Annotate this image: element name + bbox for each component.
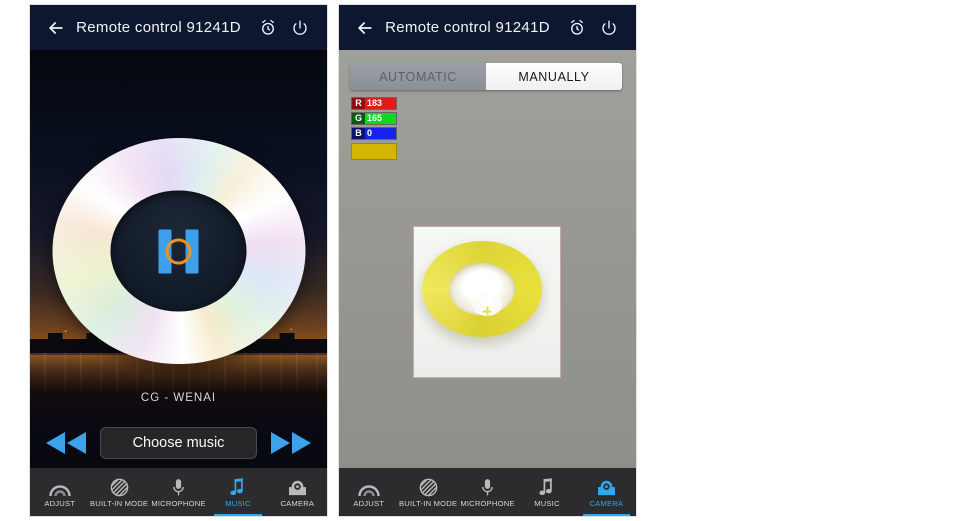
rgb-row-blue: B 0 [351, 127, 397, 140]
power-icon[interactable] [287, 15, 313, 41]
yellow-tape-roll [422, 241, 542, 337]
nav-label: BUILT-IN MODE [399, 499, 458, 508]
bottom-nav-left: ADJUST BUILT-IN MODE MICROPHONE MUSIC CA… [30, 468, 327, 516]
track-name: CG - WENAI [140, 392, 217, 404]
color-preview-swatch [351, 143, 397, 160]
screenshot-stage: Remote control 91241D CG - WENAI Choose … [0, 0, 960, 521]
tab-manually[interactable]: MANUALLY [486, 63, 622, 90]
nav-label: ADJUST [44, 499, 76, 508]
camera-viewfinder[interactable] [413, 226, 561, 378]
nav-item-music[interactable]: MUSIC [208, 468, 267, 516]
hatched-circle-icon [419, 478, 438, 497]
page-title: Remote control 91241D [76, 19, 241, 36]
phone-screen-camera: Remote control 91241D AUTOMATIC MANUALLY… [339, 5, 636, 516]
nav-item-microphone[interactable]: MICROPHONE [458, 468, 517, 516]
rainbow-arc-icon [357, 478, 381, 497]
microphone-icon [172, 478, 185, 497]
color-picker-crosshair [482, 306, 492, 316]
back-arrow-icon[interactable] [44, 16, 68, 40]
nav-item-microphone[interactable]: MICROPHONE [149, 468, 208, 516]
nav-label: MICROPHONE [460, 499, 515, 508]
back-arrow-icon[interactable] [353, 16, 377, 40]
rainbow-arc-icon [48, 478, 72, 497]
rgb-value-red: 183 [365, 98, 396, 109]
nav-label: MUSIC [225, 499, 251, 508]
nav-item-music[interactable]: MUSIC [517, 468, 576, 516]
camera-icon [288, 478, 307, 497]
nav-label: CAMERA [280, 499, 315, 508]
camera-icon [597, 478, 616, 497]
nav-label: BUILT-IN MODE [90, 499, 149, 508]
rgb-key-green: G [352, 113, 365, 124]
rgb-value-green: 165 [365, 113, 396, 124]
nav-item-built-in-mode[interactable]: BUILT-IN MODE [398, 468, 457, 516]
transport-controls: Choose music [30, 424, 327, 462]
app-bar-left: Remote control 91241D [30, 5, 327, 50]
rgb-row-green: G 165 [351, 112, 397, 125]
h-logo-ring [165, 238, 192, 264]
disc-hub [110, 190, 247, 312]
previous-track-button[interactable] [44, 430, 88, 456]
choose-music-button[interactable]: Choose music [100, 427, 257, 459]
nav-item-adjust[interactable]: ADJUST [339, 468, 398, 516]
phone-screen-music: Remote control 91241D CG - WENAI Choose … [30, 5, 327, 516]
nav-item-camera[interactable]: CAMERA [268, 468, 327, 516]
rgb-key-red: R [352, 98, 365, 109]
music-note-icon [230, 478, 246, 497]
nav-item-camera[interactable]: CAMERA [577, 468, 636, 516]
nav-label: ADJUST [353, 499, 385, 508]
nav-label: MICROPHONE [151, 499, 206, 508]
rgb-row-red: R 183 [351, 97, 397, 110]
nav-label: MUSIC [534, 499, 560, 508]
mode-tabs[interactable]: AUTOMATIC MANUALLY [350, 63, 622, 90]
hatched-circle-icon [110, 478, 129, 497]
rgb-key-blue: B [352, 128, 365, 139]
rgb-readout: R 183 G 165 B 0 [351, 97, 397, 160]
next-track-button[interactable] [269, 430, 313, 456]
alarm-clock-icon[interactable] [255, 15, 281, 41]
alarm-clock-icon[interactable] [564, 15, 590, 41]
camera-screen-body: AUTOMATIC MANUALLY R 183 G 165 B 0 [339, 50, 636, 468]
nav-item-adjust[interactable]: ADJUST [30, 468, 89, 516]
page-title: Remote control 91241D [385, 19, 550, 36]
music-screen-body: CG - WENAI Choose music ROCK DEFAULT JAZ… [30, 50, 327, 468]
rgb-value-blue: 0 [365, 128, 396, 139]
bottom-nav-right: ADJUST BUILT-IN MODE MICROPHONE MUSIC CA… [339, 468, 636, 516]
music-disc[interactable] [52, 138, 305, 364]
nav-item-built-in-mode[interactable]: BUILT-IN MODE [89, 468, 148, 516]
power-icon[interactable] [596, 15, 622, 41]
app-bar-right: Remote control 91241D [339, 5, 636, 50]
tab-automatic[interactable]: AUTOMATIC [350, 63, 486, 90]
nav-label: CAMERA [589, 499, 624, 508]
music-note-icon [539, 478, 555, 497]
microphone-icon [481, 478, 494, 497]
h-logo [153, 225, 205, 277]
